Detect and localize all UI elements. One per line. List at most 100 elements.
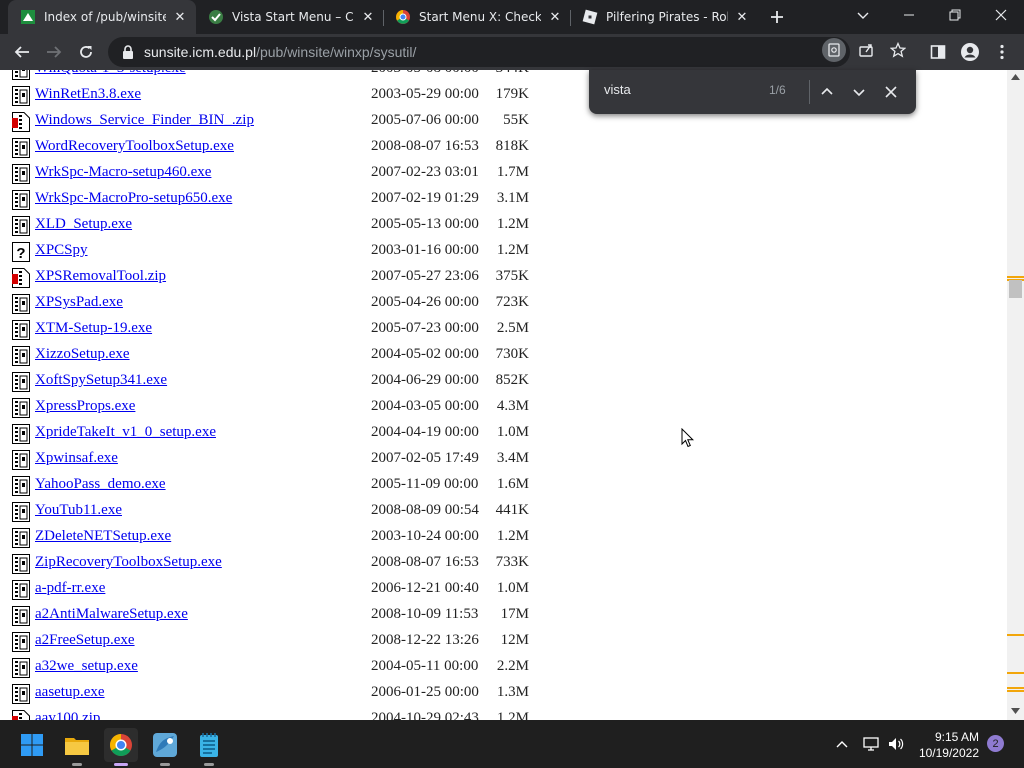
binary-file-icon[interactable] — [12, 632, 30, 652]
file-link[interactable]: WrkSpc-MacroPro-setup650.exe — [35, 190, 232, 207]
unknown-file-icon[interactable]: ? — [12, 242, 30, 262]
tab-sunsite-index[interactable]: Index of /pub/winsite/winxp/sysutil ✕ — [8, 0, 196, 34]
tab-close-icon[interactable]: ✕ — [547, 9, 563, 25]
share-icon[interactable] — [854, 38, 878, 62]
app-tile-icon[interactable] — [148, 728, 182, 766]
binary-file-icon[interactable] — [12, 138, 30, 158]
volume-icon[interactable] — [884, 732, 908, 756]
tab-start-menu-x[interactable]: Start Menu X: Check up and download ✕ — [383, 0, 571, 34]
binary-file-icon[interactable] — [12, 502, 30, 522]
minimize-icon[interactable] — [886, 0, 932, 30]
file-link[interactable]: XLD_Setup.exe — [35, 216, 132, 233]
binary-file-icon[interactable] — [12, 86, 30, 106]
new-tab-icon[interactable] — [763, 3, 791, 31]
side-panel-icon[interactable] — [924, 38, 952, 66]
binary-file-icon[interactable] — [12, 554, 30, 574]
file-date: 2005-07-23 00:00 — [371, 320, 479, 336]
find-next-icon[interactable] — [847, 80, 871, 104]
binary-file-icon[interactable] — [12, 658, 30, 678]
file-link[interactable]: XizzoSetup.exe — [35, 346, 130, 363]
binary-file-icon[interactable] — [12, 164, 30, 184]
file-link[interactable]: ZipRecoveryToolboxSetup.exe — [35, 554, 222, 571]
windows-start-icon[interactable] — [15, 728, 49, 762]
file-link[interactable]: a2AntiMalwareSetup.exe — [35, 606, 188, 623]
file-link[interactable]: a2FreeSetup.exe — [35, 632, 135, 649]
more-menu-icon[interactable] — [988, 38, 1016, 66]
chrome-taskbar-icon[interactable] — [104, 728, 138, 766]
file-link[interactable]: WinQuota-1_3-setup.exe — [35, 70, 186, 77]
file-link[interactable]: XTM-Setup-19.exe — [35, 320, 152, 337]
find-in-page-icon[interactable] — [822, 38, 846, 62]
file-link[interactable]: ZDeleteNETSetup.exe — [35, 528, 171, 545]
page-scrollbar[interactable] — [1007, 70, 1024, 720]
address-bar[interactable]: sunsite.icm.edu.pl/pub/winsite/winxp/sys… — [108, 37, 850, 67]
file-date: 2008-08-07 16:53 — [371, 138, 479, 154]
file-link[interactable]: WordRecoveryToolboxSetup.exe — [35, 138, 234, 155]
file-date: 2004-06-29 00:00 — [371, 372, 479, 388]
system-clock[interactable]: 9:15 AM 10/19/2022 — [913, 729, 979, 761]
file-link[interactable]: a-pdf-rr.exe — [35, 580, 105, 597]
file-explorer-icon[interactable] — [60, 728, 94, 766]
binary-file-icon[interactable] — [12, 372, 30, 392]
close-window-icon[interactable] — [978, 0, 1024, 30]
scroll-down-arrow-icon[interactable] — [1011, 708, 1020, 714]
file-link[interactable]: XPCSpy — [35, 242, 88, 259]
notification-badge[interactable]: 2 — [987, 735, 1004, 752]
binary-file-icon[interactable] — [12, 606, 30, 626]
binary-file-icon[interactable] — [12, 450, 30, 470]
compressed-file-icon[interactable] — [12, 112, 30, 132]
file-link[interactable]: XprideTakeIt_v1_0_setup.exe — [35, 424, 216, 441]
tab-search-chevron-icon[interactable] — [840, 0, 886, 30]
binary-file-icon[interactable] — [12, 684, 30, 704]
file-link[interactable]: WrkSpc-Macro-setup460.exe — [35, 164, 211, 181]
binary-file-icon[interactable] — [12, 346, 30, 366]
file-link[interactable]: aav100.zip — [35, 710, 100, 720]
tab-pilfering-pirates[interactable]: Pilfering Pirates - Roblox ✕ — [570, 0, 758, 34]
file-link[interactable]: YouTub11.exe — [35, 502, 122, 519]
back-arrow-icon[interactable] — [8, 38, 36, 66]
tab-close-icon[interactable]: ✕ — [734, 9, 750, 25]
bookmark-star-icon[interactable] — [886, 38, 910, 62]
binary-file-icon[interactable] — [12, 398, 30, 418]
network-icon[interactable] — [859, 732, 883, 756]
binary-file-icon[interactable] — [12, 320, 30, 340]
tab-vista-start-menu[interactable]: Vista Start Menu – Comparison ✕ — [196, 0, 384, 34]
binary-file-icon[interactable] — [12, 476, 30, 496]
binary-file-icon[interactable] — [12, 528, 30, 548]
file-link[interactable]: XoftSpySetup341.exe — [35, 372, 167, 389]
file-size: 2.5M — [496, 320, 529, 336]
file-link[interactable]: XPSRemovalTool.zip — [35, 268, 166, 285]
file-link[interactable]: a32we_setup.exe — [35, 658, 138, 675]
tab-close-icon[interactable]: ✕ — [360, 9, 376, 25]
binary-file-icon[interactable] — [12, 580, 30, 600]
scrollbar-thumb[interactable] — [1009, 280, 1022, 298]
find-match-marker — [1007, 634, 1024, 636]
file-link[interactable]: aasetup.exe — [35, 684, 105, 701]
notepad-icon[interactable] — [192, 728, 226, 766]
reload-icon[interactable] — [72, 38, 100, 66]
binary-file-icon[interactable] — [12, 424, 30, 444]
scroll-up-arrow-icon[interactable] — [1011, 74, 1020, 80]
tab-close-icon[interactable]: ✕ — [172, 9, 188, 25]
binary-file-icon[interactable] — [12, 70, 30, 80]
find-separator — [809, 80, 810, 104]
lock-icon[interactable] — [122, 45, 134, 59]
file-link[interactable]: XpressProps.exe — [35, 398, 135, 415]
compressed-file-icon[interactable] — [12, 710, 30, 720]
compressed-file-icon[interactable] — [12, 268, 30, 288]
forward-arrow-icon[interactable] — [40, 38, 68, 66]
file-link[interactable]: YahooPass_demo.exe — [35, 476, 166, 493]
binary-file-icon[interactable] — [12, 190, 30, 210]
file-link[interactable]: Xpwinsaf.exe — [35, 450, 118, 467]
restore-icon[interactable] — [932, 0, 978, 30]
find-close-icon[interactable] — [879, 80, 903, 104]
file-link[interactable]: WinRetEn3.8.exe — [35, 86, 141, 103]
binary-file-icon[interactable] — [12, 216, 30, 236]
find-input[interactable]: vista — [604, 82, 631, 97]
file-link[interactable]: Windows_Service_Finder_BIN_.zip — [35, 112, 254, 129]
binary-file-icon[interactable] — [12, 294, 30, 314]
file-link[interactable]: XPSysPad.exe — [35, 294, 123, 311]
show-hidden-icons-chevron-icon[interactable] — [830, 732, 854, 756]
find-previous-icon[interactable] — [815, 80, 839, 104]
profile-avatar-icon[interactable] — [956, 38, 984, 66]
